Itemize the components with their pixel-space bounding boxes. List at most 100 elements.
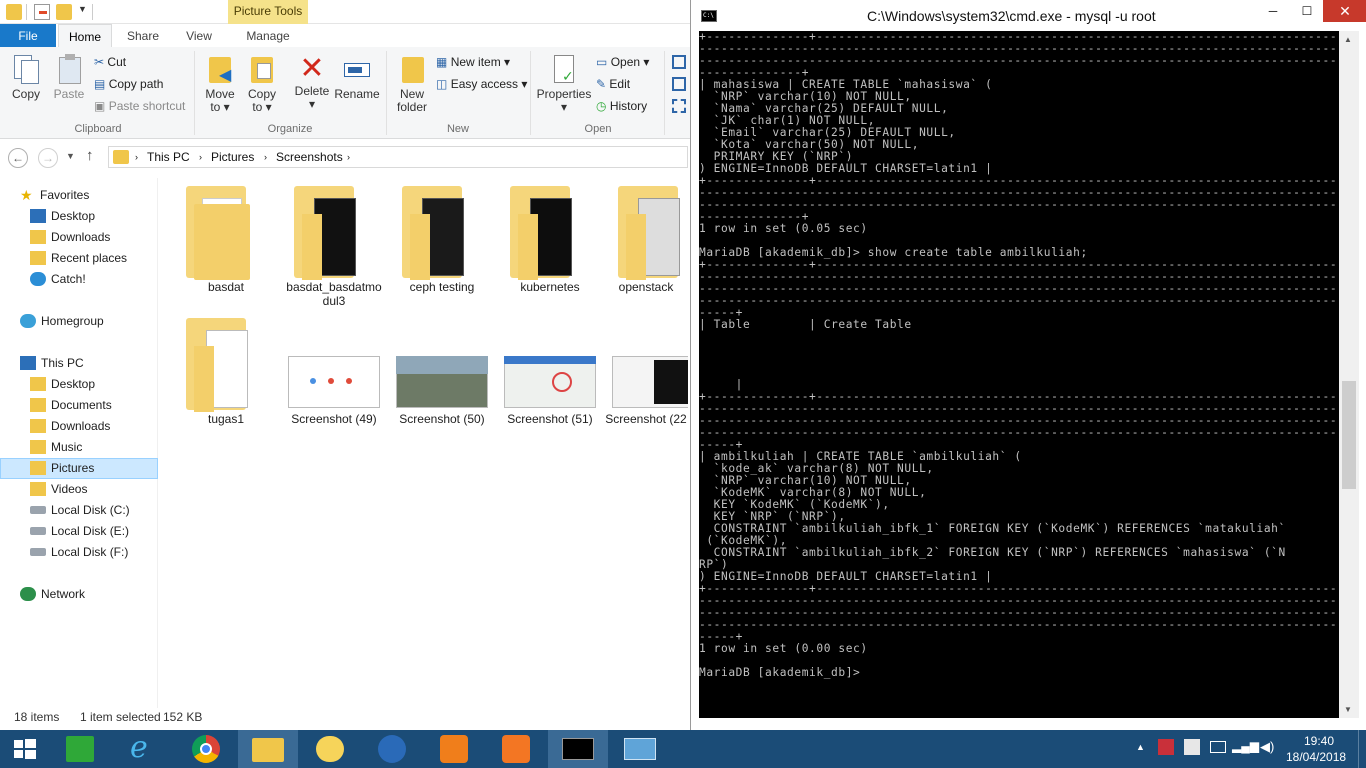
tab-manage[interactable]: Manage: [230, 24, 306, 48]
scroll-up-icon[interactable]: ▲: [1344, 35, 1352, 44]
cmd-scrollbar[interactable]: ▲ ▼: [1339, 31, 1359, 718]
address-box[interactable]: › This PC › Pictures › Screenshots ›: [108, 146, 688, 168]
nav-catch[interactable]: Catch!: [0, 269, 158, 290]
taskbar-photos[interactable]: [610, 730, 670, 768]
taskbar-app-bird[interactable]: [362, 730, 422, 768]
new-folder-icon[interactable]: [56, 4, 72, 20]
edit-button[interactable]: ✎ Edit: [596, 77, 630, 91]
nav-videos[interactable]: Videos: [0, 479, 158, 500]
show-desktop-button[interactable]: [1358, 730, 1366, 768]
customize-quick-access-icon[interactable]: ▼: [78, 4, 87, 14]
folder-item-ceph-testing[interactable]: ceph testing: [388, 184, 496, 294]
folder-icon: [280, 184, 388, 280]
scroll-thumb[interactable]: [1342, 381, 1356, 489]
breadcrumb-thispc[interactable]: This PC: [147, 150, 190, 164]
copy-button[interactable]: Copy: [6, 53, 46, 101]
folder-item-tugas1[interactable]: tugas1: [172, 316, 280, 426]
new-item-button[interactable]: ▦ New item ▾: [436, 55, 510, 69]
move-to-button[interactable]: ◀ Move to ▾: [200, 53, 240, 114]
store-icon: [66, 736, 94, 762]
properties-icon[interactable]: [34, 4, 50, 20]
start-button[interactable]: [0, 730, 50, 768]
forward-icon[interactable]: →: [38, 148, 58, 168]
nav-music[interactable]: Music: [0, 437, 158, 458]
minimize-icon[interactable]: ─: [1259, 4, 1287, 24]
nav-network[interactable]: Network: [0, 584, 158, 605]
nav-thispc[interactable]: This PC: [0, 353, 158, 374]
battery-icon[interactable]: [1210, 741, 1226, 753]
nav-disk-e[interactable]: Local Disk (E:): [0, 521, 158, 542]
breadcrumb-pictures[interactable]: Pictures: [211, 150, 254, 164]
tab-home[interactable]: Home: [58, 24, 112, 48]
taskbar-store[interactable]: [50, 730, 110, 768]
tray-app-icon[interactable]: [1184, 739, 1200, 755]
nav-documents[interactable]: Documents: [0, 395, 158, 416]
back-icon[interactable]: ←: [8, 148, 28, 168]
close-icon[interactable]: ✕: [1323, 0, 1366, 22]
nav-homegroup[interactable]: Homegroup: [0, 311, 158, 332]
select-icon[interactable]: [672, 77, 686, 91]
nav-desktop[interactable]: Desktop: [0, 206, 158, 227]
clock-date[interactable]: 18/04/2018: [1286, 750, 1346, 764]
tab-view[interactable]: View: [172, 24, 226, 48]
tab-file[interactable]: File: [0, 24, 56, 48]
taskbar-chrome[interactable]: [176, 730, 236, 768]
nav-favorites[interactable]: ★ Favorites: [0, 185, 158, 206]
file-item-screenshot-52[interactable]: Screenshot (22: [604, 316, 688, 426]
nav-downloads[interactable]: Downloads: [0, 227, 158, 248]
history-button[interactable]: ◷ History: [596, 99, 647, 113]
delete-button[interactable]: ✕ Delete ▾: [290, 53, 334, 111]
file-item-screenshot-51[interactable]: Screenshot (51): [496, 316, 604, 426]
volume-icon[interactable]: ◀): [1260, 739, 1274, 755]
file-item-screenshot-49[interactable]: Screenshot (49): [280, 316, 388, 426]
recent-locations-icon[interactable]: ▼: [66, 151, 75, 161]
folder-icon: [172, 316, 280, 412]
paste-button[interactable]: Paste: [50, 53, 88, 101]
new-folder-button[interactable]: New folder: [390, 53, 434, 114]
select-icon[interactable]: [672, 55, 686, 69]
paste-shortcut-button[interactable]: ▣ Paste shortcut: [94, 99, 185, 113]
folder-item-kubernetes[interactable]: kubernetes: [496, 184, 604, 294]
nav-pc-desktop[interactable]: Desktop: [0, 374, 158, 395]
nav-pictures[interactable]: Pictures: [0, 458, 158, 479]
tray-app-icon[interactable]: [1158, 739, 1174, 755]
nav-pc-downloads[interactable]: Downloads: [0, 416, 158, 437]
taskbar-xampp[interactable]: [486, 730, 546, 768]
breadcrumb-screenshots[interactable]: Screenshots: [276, 150, 343, 164]
separator: [26, 4, 27, 20]
select-icon[interactable]: [672, 99, 686, 113]
clock-time[interactable]: 19:40: [1304, 734, 1334, 748]
windows-logo-icon: [25, 750, 36, 759]
rename-button[interactable]: Rename: [334, 53, 380, 101]
properties-button[interactable]: ✓ Properties ▾: [536, 53, 592, 114]
taskbar-ie[interactable]: e: [114, 730, 174, 768]
folder-item-openstack[interactable]: openstack: [604, 184, 688, 294]
copy-to-button[interactable]: Copy to ▾: [242, 53, 282, 114]
ribbon: Copy Paste ✂ Cut ▤ Copy path ▣ Paste sho…: [0, 47, 690, 139]
separator: [92, 4, 93, 20]
desktop-icon: [30, 209, 46, 223]
tab-share[interactable]: Share: [116, 24, 170, 48]
move-to-icon: ◀: [205, 53, 235, 85]
taskbar-paint[interactable]: [300, 730, 360, 768]
show-hidden-icons-icon[interactable]: ▲: [1136, 742, 1145, 752]
nav-disk-f[interactable]: Local Disk (F:): [0, 542, 158, 563]
easy-access-button[interactable]: ◫ Easy access ▾: [436, 77, 527, 91]
taskbar-cmd[interactable]: [548, 730, 608, 768]
up-icon[interactable]: ↑: [86, 147, 94, 164]
cut-button[interactable]: ✂ Cut: [94, 55, 126, 69]
cmd-console[interactable]: +--------------+------------------------…: [699, 31, 1347, 718]
copy-path-button[interactable]: ▤ Copy path: [94, 77, 163, 91]
ribbon-tabs: File Home Share View Manage: [0, 24, 690, 48]
nav-recent-places[interactable]: Recent places: [0, 248, 158, 269]
maximize-icon[interactable]: ☐: [1293, 4, 1321, 24]
open-button[interactable]: ▭ Open ▾: [596, 55, 649, 69]
folder-item-basdat[interactable]: basdat: [172, 184, 280, 294]
scroll-down-icon[interactable]: ▼: [1344, 705, 1352, 714]
taskbar-file-explorer[interactable]: [238, 730, 298, 768]
folder-item-basdat-modul3[interactable]: basdat_basdatmo dul3: [280, 184, 388, 308]
nav-disk-c[interactable]: Local Disk (C:): [0, 500, 158, 521]
taskbar-pdf[interactable]: [424, 730, 484, 768]
file-item-screenshot-50[interactable]: Screenshot (50): [388, 316, 496, 426]
network-signal-icon[interactable]: ▂▄▆: [1232, 739, 1259, 753]
